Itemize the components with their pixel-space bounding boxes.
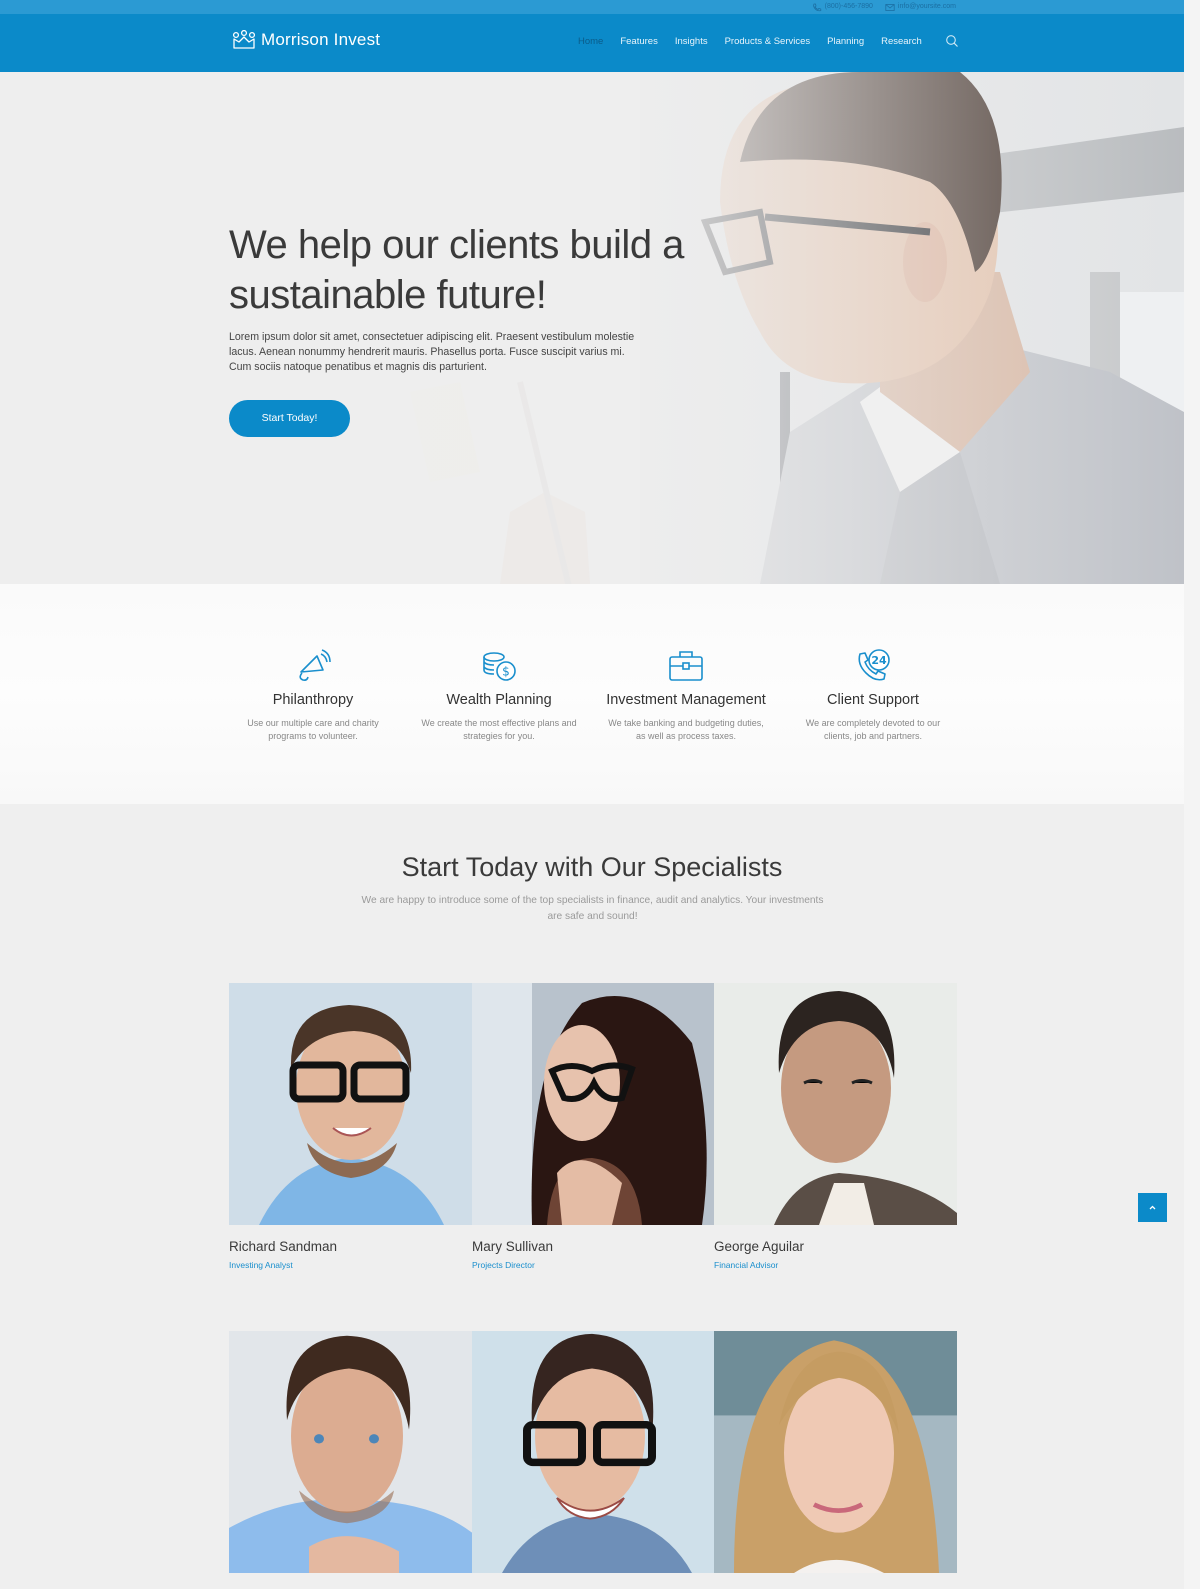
specialist-card[interactable]: Richard Sandman Investing Analyst (229, 983, 472, 1270)
features-section: Philanthropy Use our multiple care and c… (0, 584, 1184, 804)
specialist-card[interactable] (714, 1331, 957, 1573)
specialist-role[interactable]: Financial Advisor (714, 1260, 957, 1270)
hero-section: We help our clients build a sustainable … (0, 72, 1184, 584)
brand-logo[interactable]: Morrison Invest (232, 30, 380, 50)
specialist-card[interactable] (229, 1331, 472, 1573)
nav-features[interactable]: Features (620, 36, 658, 47)
phone-icon (812, 3, 821, 11)
phone-24-icon: 24 (858, 649, 890, 681)
nav-products-services[interactable]: Products & Services (725, 36, 811, 47)
phone-number: (800)-456-7890 (824, 3, 873, 10)
feature-philanthropy[interactable]: Philanthropy Use our multiple care and c… (223, 648, 403, 743)
specialist-name: George Aguilar (714, 1239, 805, 1254)
specialist-photo (714, 1331, 957, 1573)
email-address: info@yoursite.com (897, 3, 956, 10)
specialist-photo (714, 983, 957, 1225)
specialist-role[interactable]: Investing Analyst (229, 1260, 472, 1270)
specialists-subtitle: We are happy to introduce some of the to… (361, 895, 824, 922)
hero-title: We help our clients build a sustainable … (229, 223, 684, 317)
feature-investment-management[interactable]: Investment Management We take banking an… (596, 648, 776, 743)
feature-description: We are completely devoted to our clients… (805, 718, 941, 741)
specialists-title: Start Today with Our Specialists (401, 852, 783, 882)
specialist-photo (472, 1331, 715, 1573)
briefcase-icon (669, 651, 703, 681)
envelope-icon (885, 3, 895, 11)
specialist-photo (229, 1331, 472, 1573)
nav-planning[interactable]: Planning (827, 36, 864, 47)
svg-text:24: 24 (871, 654, 887, 667)
feature-description: We create the most effective plans and s… (421, 718, 577, 741)
hero-description: Lorem ipsum dolor sit amet, consectetuer… (229, 331, 635, 373)
specialist-card[interactable]: Mary Sullivan Projects Director (472, 983, 715, 1270)
start-today-button[interactable]: Start Today! (229, 400, 350, 437)
site-header: Morrison Invest Home Features Insights P… (0, 14, 1184, 72)
email-contact[interactable]: info@yoursite.com (885, 1, 956, 13)
feature-wealth-planning[interactable]: $ Wealth Planning We create the most eff… (409, 648, 589, 743)
nav-home[interactable]: Home (578, 36, 603, 47)
main-nav: Home Features Insights Products & Servic… (578, 36, 939, 47)
crown-people-icon (232, 30, 256, 49)
brand-name: Morrison Invest (261, 30, 381, 49)
phone-contact[interactable]: (800)-456-7890 (812, 1, 873, 13)
chevron-up-icon (1149, 1205, 1156, 1210)
search-icon[interactable] (945, 34, 959, 48)
feature-description: We take banking and budgeting duties, as… (608, 718, 764, 741)
top-contact-bar: (800)-456-7890 info@yoursite.com (0, 0, 1184, 14)
megaphone-icon (299, 649, 331, 681)
feature-title: Wealth Planning (446, 692, 552, 708)
feature-client-support[interactable]: 24 Client Support We are completely devo… (783, 648, 963, 743)
specialist-role[interactable]: Projects Director (472, 1260, 715, 1270)
specialist-card[interactable] (472, 1331, 715, 1573)
feature-title: Investment Management (606, 692, 766, 708)
back-to-top-button[interactable] (1138, 1193, 1167, 1222)
coins-dollar-icon: $ (483, 652, 516, 681)
hero-image (0, 72, 1184, 584)
feature-title: Client Support (827, 692, 919, 708)
specialist-photo (472, 983, 715, 1225)
specialist-card[interactable]: George Aguilar Financial Advisor (714, 983, 957, 1270)
specialist-name: Mary Sullivan (472, 1239, 554, 1254)
nav-insights[interactable]: Insights (675, 36, 708, 47)
feature-title: Philanthropy (272, 692, 354, 708)
nav-research[interactable]: Research (881, 36, 922, 47)
feature-description: Use our multiple care and charity progra… (247, 718, 379, 741)
specialist-photo (229, 983, 472, 1225)
page-gutter (1184, 0, 1200, 1589)
svg-text:$: $ (502, 665, 510, 679)
specialist-name: Richard Sandman (229, 1239, 338, 1254)
